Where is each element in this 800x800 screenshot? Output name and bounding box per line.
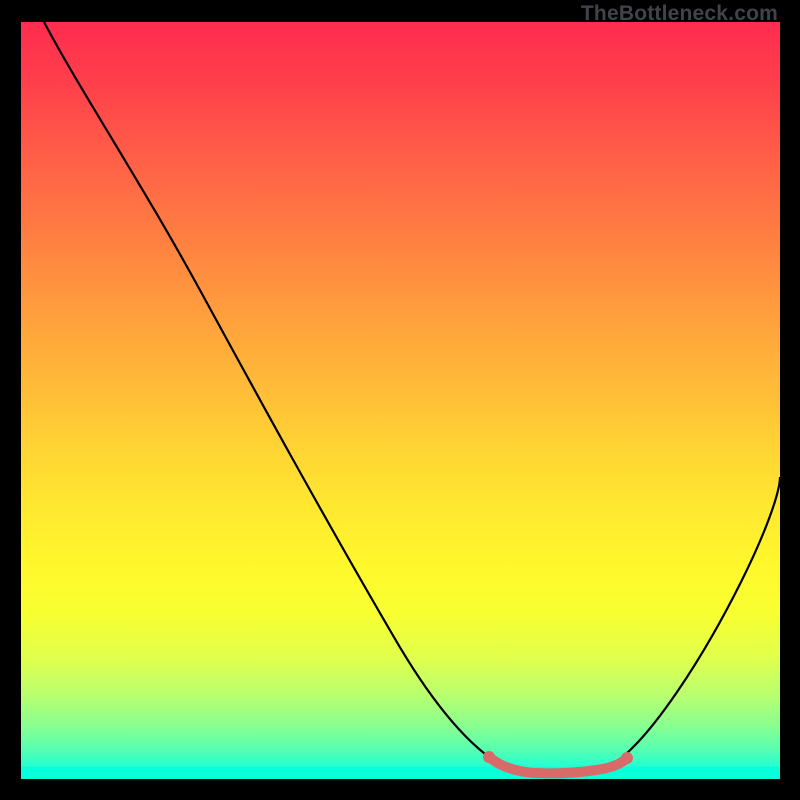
- plot-area: [21, 22, 780, 779]
- green-baseline-band: [21, 767, 780, 779]
- marker-end-dot: [621, 752, 633, 764]
- watermark-text: TheBottleneck.com: [581, 2, 778, 26]
- chart-container: TheBottleneck.com: [0, 0, 800, 800]
- marker-start-dot: [483, 751, 495, 763]
- chart-svg: [21, 22, 780, 779]
- bottleneck-curve: [44, 22, 780, 776]
